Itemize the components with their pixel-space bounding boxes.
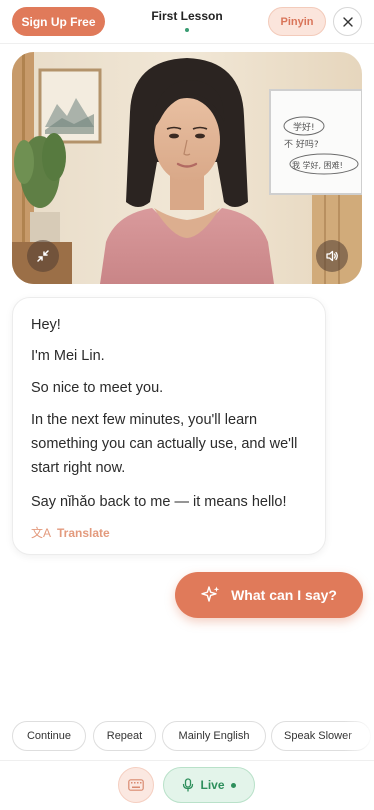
message-line: So nice to meet you. bbox=[31, 380, 164, 396]
chip-mainly-english[interactable]: Mainly English bbox=[162, 721, 266, 751]
title-indicator-dot bbox=[185, 28, 189, 32]
suggestion-chips: Continue Repeat Mainly English Speak Slo… bbox=[12, 721, 374, 751]
pinyin-toggle-button[interactable]: Pinyin bbox=[268, 7, 326, 36]
minimize-icon bbox=[37, 250, 49, 262]
keyboard-icon bbox=[128, 779, 144, 791]
sound-toggle-button[interactable] bbox=[316, 240, 348, 272]
tutor-video[interactable]: 学好! 不 好吗? 我 学好, 困难! bbox=[12, 52, 362, 284]
title-area: First Lesson bbox=[130, 9, 244, 32]
page-title: First Lesson bbox=[151, 9, 223, 23]
sparkle-icon bbox=[201, 586, 220, 602]
speaker-icon bbox=[326, 250, 338, 262]
live-label: Live bbox=[200, 778, 225, 792]
minimize-video-button[interactable] bbox=[27, 240, 59, 272]
message-line: I'm Mei Lin. bbox=[31, 348, 105, 364]
what-can-i-say-label: What can I say? bbox=[231, 587, 337, 603]
chip-repeat[interactable]: Repeat bbox=[93, 721, 156, 751]
live-voice-button[interactable]: Live bbox=[163, 767, 255, 803]
keyboard-button[interactable] bbox=[118, 767, 154, 803]
chip-continue[interactable]: Continue bbox=[12, 721, 86, 751]
translate-icon: 文A bbox=[31, 526, 52, 540]
message-line: In the next few minutes, you'll learn so… bbox=[31, 412, 298, 476]
header-divider bbox=[0, 43, 374, 44]
what-can-i-say-button[interactable]: What can I say? bbox=[175, 572, 363, 618]
tutor-video-scene: 学好! 不 好吗? 我 学好, 困难! bbox=[12, 52, 362, 284]
chips-fade-overlay bbox=[344, 721, 374, 751]
live-status-dot bbox=[230, 782, 236, 788]
message-line: Say nǐhǎo back to me — it means hello! bbox=[31, 494, 287, 510]
microphone-icon bbox=[183, 778, 194, 792]
bottom-divider bbox=[0, 760, 374, 761]
close-icon bbox=[342, 16, 353, 27]
message-line: Hey! bbox=[31, 317, 61, 333]
whiteboard-line-1: 学好! bbox=[293, 121, 315, 133]
sign-up-button[interactable]: Sign Up Free bbox=[12, 7, 105, 36]
translate-label: Translate bbox=[57, 525, 110, 540]
whiteboard-line-2: 不 好吗? bbox=[284, 138, 319, 150]
top-bar: Sign Up Free First Lesson Pinyin bbox=[0, 0, 374, 44]
translate-button[interactable]: 文A Translate bbox=[31, 524, 110, 541]
close-button[interactable] bbox=[333, 7, 362, 36]
tutor-message-card: Hey! I'm Mei Lin. So nice to meet you. I… bbox=[12, 297, 326, 555]
whiteboard-line-3: 我 学好, 困难! bbox=[292, 160, 343, 170]
